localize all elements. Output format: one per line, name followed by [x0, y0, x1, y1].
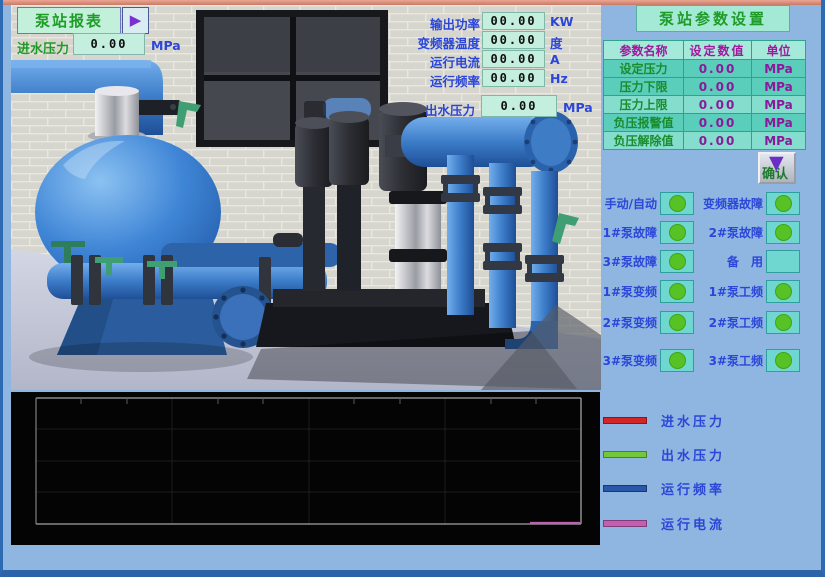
inlet-pressure-value[interactable]: 0.00: [73, 33, 145, 55]
table-row: 压力下限 0.00 MPa: [604, 78, 806, 96]
param-unit: MPa: [752, 60, 806, 78]
trend-chart: [11, 392, 600, 545]
led-box: [766, 349, 800, 372]
status-pump1-fault: 1#泵故障: [599, 221, 694, 244]
param-name: 压力上限: [604, 96, 684, 114]
param-value[interactable]: 0.00: [684, 132, 752, 150]
param-name: 负压报警值: [604, 114, 684, 132]
led-box: [660, 280, 694, 303]
inlet-pressure-unit: MPa: [151, 38, 181, 53]
legend-item-run-current: 运行电流: [603, 516, 725, 530]
status-manual-auto: 手动/自动: [599, 192, 694, 215]
status-pump1-mains: 1#泵工频: [691, 280, 800, 303]
output-power-label: 输出功率: [356, 14, 480, 33]
led-indicator: [775, 314, 792, 331]
hmi-screen: 泵站报表 ▶ 进水压力 0.00 MPa 输出功率 00.00 KW 变频器温度…: [0, 0, 825, 577]
status-pump2-mains: 2#泵工频: [691, 311, 800, 334]
tank-shadow: [29, 342, 253, 372]
table-row: 设定压力 0.00 MPa: [604, 60, 806, 78]
legend-item-inlet-pressure: 进水压力: [603, 413, 725, 427]
param-value[interactable]: 0.00: [684, 114, 752, 132]
param-unit: MPa: [752, 78, 806, 96]
run-current-label: 运行电流: [356, 52, 480, 71]
header-param-name: 参数名称: [604, 41, 684, 60]
param-unit: MPa: [752, 114, 806, 132]
status-pump1-vfd: 1#泵变频: [599, 280, 694, 303]
led-indicator: [669, 352, 686, 369]
run-frequency-label: 运行频率: [356, 71, 480, 90]
legend-swatch: [603, 417, 647, 424]
led-box: [766, 221, 800, 244]
run-current-unit: A: [550, 52, 560, 67]
legend-swatch: [603, 451, 647, 458]
led-box: [766, 192, 800, 215]
outlet-pressure-unit: MPa: [563, 100, 593, 115]
run-frequency-value[interactable]: 00.00: [482, 69, 545, 87]
led-box: [766, 280, 800, 303]
led-box: [766, 311, 800, 334]
header-set-value: 设定数值: [684, 41, 752, 60]
settings-table-header: 参数名称 设定数值 单位: [604, 41, 806, 60]
led-indicator: [669, 224, 686, 241]
param-unit: MPa: [752, 132, 806, 150]
settings-table: 参数名称 设定数值 单位 设定压力 0.00 MPa 压力下限 0.00 MPa…: [603, 40, 806, 150]
confirm-label: 确认: [762, 163, 788, 182]
param-name: 负压解除值: [604, 132, 684, 150]
led-indicator: [669, 195, 686, 212]
led-indicator: [669, 314, 686, 331]
report-button[interactable]: 泵站报表: [17, 7, 121, 34]
header-unit: 单位: [752, 41, 806, 60]
status-vfd-fault: 变频器故障: [691, 192, 800, 215]
run-current-value[interactable]: 00.00: [482, 50, 545, 68]
legend-swatch: [603, 485, 647, 492]
output-power-unit: KW: [550, 14, 573, 29]
status-pump3-vfd: 3#泵变频: [599, 349, 694, 372]
param-name: 压力下限: [604, 78, 684, 96]
pump-column: [395, 201, 441, 289]
param-name: 设定压力: [604, 60, 684, 78]
led-indicator: [775, 352, 792, 369]
outlet-pressure-value[interactable]: 0.00: [481, 95, 557, 117]
led-box: [660, 250, 694, 273]
inverter-temp-value[interactable]: 00.00: [482, 31, 545, 49]
settings-panel-title: 泵站参数设置: [636, 5, 790, 32]
led-box: [660, 311, 694, 334]
param-unit: MPa: [752, 96, 806, 114]
led-box: [660, 221, 694, 244]
led-indicator: [775, 195, 792, 212]
param-value[interactable]: 0.00: [684, 96, 752, 114]
led-indicator: [775, 283, 792, 300]
confirm-button[interactable]: ▼ 确认: [758, 152, 796, 184]
legend-item-run-frequency: 运行频率: [603, 481, 725, 495]
inverter-temp-label: 变频器温度: [356, 33, 480, 52]
param-value[interactable]: 0.00: [684, 60, 752, 78]
table-row: 负压报警值 0.00 MPa: [604, 114, 806, 132]
table-row: 压力上限 0.00 MPa: [604, 96, 806, 114]
tank-cap: [88, 86, 146, 142]
led-indicator: [775, 224, 792, 241]
legend-swatch: [603, 520, 647, 527]
status-pump3-fault: 3#泵故障: [599, 250, 694, 273]
output-power-value[interactable]: 00.00: [482, 12, 545, 30]
led-box: [660, 349, 694, 372]
led-indicator: [669, 283, 686, 300]
status-pump3-mains: 3#泵工频: [691, 349, 800, 372]
outlet-pressure-label: 出水压力: [425, 100, 475, 119]
led-indicator: [669, 253, 686, 270]
led-box: [660, 192, 694, 215]
report-play-button[interactable]: ▶: [122, 7, 149, 34]
inlet-pressure-label: 进水压力: [17, 38, 69, 57]
status-spare: 备 用: [691, 250, 800, 273]
table-row: 负压解除值 0.00 MPa: [604, 132, 806, 150]
run-frequency-unit: Hz: [550, 71, 568, 86]
led-box: [766, 250, 800, 273]
status-pump2-fault: 2#泵故障: [691, 221, 800, 244]
status-pump2-vfd: 2#泵变频: [599, 311, 694, 334]
inverter-temp-unit: 度: [550, 33, 563, 52]
param-value[interactable]: 0.00: [684, 78, 752, 96]
play-icon: ▶: [130, 13, 142, 28]
legend-item-outlet-pressure: 出水压力: [603, 447, 725, 461]
